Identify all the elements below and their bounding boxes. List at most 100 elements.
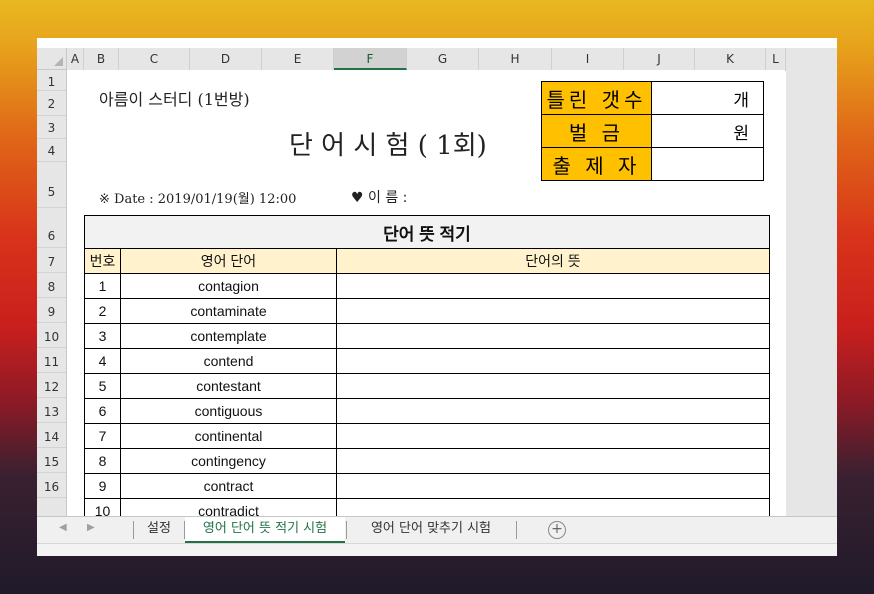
table-row: 4 contend [84,348,770,374]
row-header-4[interactable]: 4 [37,139,66,162]
row-header-1[interactable]: 1 [37,70,66,91]
header-meaning: 단어의 뜻 [336,248,770,274]
wrong-count-value[interactable]: 개 [651,81,764,115]
column-header-H[interactable]: H [479,48,552,70]
row-number: 5 [84,373,121,399]
tab-settings[interactable]: 설정 [135,517,183,543]
meaning-cell[interactable] [336,423,770,449]
english-word: contemplate [120,323,337,349]
row-number: 10 [84,498,121,516]
table-row: 7 continental [84,423,770,449]
column-header-G[interactable]: G [407,48,479,70]
english-word: contingency [120,448,337,474]
date-line: ※ Date : 2019/01/19(월) 12:00 [99,192,297,207]
row-header-9[interactable]: 9 [37,298,66,323]
row-header-14[interactable]: 14 [37,423,66,448]
name-label: ♥ 이 름 : [351,190,408,206]
scroll-tabs-left-icon[interactable]: ◀ [59,522,67,533]
column-header-I[interactable]: I [552,48,624,70]
row-number: 6 [84,398,121,424]
row-header-2[interactable]: 2 [37,91,66,116]
word-table: 단어 뜻 적기 번호 영어 단어 단어의 뜻 1 contagion 2 conta… [84,215,770,516]
table-row: 5 contestant [84,373,770,399]
header-number: 번호 [84,248,121,274]
meaning-cell[interactable] [336,498,770,516]
tab-separator [133,521,134,539]
meaning-cell[interactable] [336,298,770,324]
row-number: 7 [84,423,121,449]
english-word: contagion [120,273,337,299]
tab-word-matching-test[interactable]: 영어 단어 맞추기 시험 [347,517,515,543]
tab-word-meaning-test[interactable]: 영어 단어 뜻 적기 시험 [185,517,345,543]
row-number: 8 [84,448,121,474]
column-header-E[interactable]: E [262,48,334,70]
meaning-cell[interactable] [336,398,770,424]
scroll-tabs-right-icon[interactable]: ▶ [87,522,95,533]
column-header-L[interactable]: L [766,48,786,70]
meaning-cell[interactable] [336,273,770,299]
english-word: contend [120,348,337,374]
row-header-3[interactable]: 3 [37,116,66,139]
english-word: continental [120,423,337,449]
row-header-11[interactable]: 11 [37,348,66,373]
fine-value[interactable]: 원 [651,114,764,148]
row-header-6[interactable]: 6 [37,208,66,248]
select-all-triangle-icon [54,57,63,66]
select-all-corner[interactable] [37,48,67,70]
table-row: 1 contagion [84,273,770,299]
meaning-cell[interactable] [336,473,770,499]
row-header-15[interactable]: 15 [37,448,66,473]
row-header-13[interactable]: 13 [37,398,66,423]
test-title: 단 어 시 험 ( 1회) [289,131,487,161]
fine-label: 벌 금 [541,114,652,148]
wrong-count-label: 틀린 갯수 [541,81,652,115]
row-header-16[interactable]: 16 [37,473,66,498]
row-header-7[interactable]: 7 [37,248,66,273]
examiner-label: 출 제 자 [541,147,652,181]
table-row: 6 contiguous [84,398,770,424]
row-header-8[interactable]: 8 [37,273,66,298]
row-number: 4 [84,348,121,374]
status-bar [37,543,837,556]
row-header-10[interactable]: 10 [37,323,66,348]
table-row: 10 contradict [84,498,770,516]
meaning-cell[interactable] [336,348,770,374]
english-word: contradict [120,498,337,516]
table-row: 3 contemplate [84,323,770,349]
table-row: 9 contract [84,473,770,499]
row-number: 3 [84,323,121,349]
row-number: 1 [84,273,121,299]
table-row: 8 contingency [84,448,770,474]
examiner-value[interactable] [651,147,764,181]
study-name: 아름이 스터디 (1번방) [99,90,250,109]
column-header-A[interactable]: A [67,48,84,70]
column-header-B[interactable]: B [84,48,119,70]
excel-window: A B C D E F G H I J K L 1 2 3 4 5 6 7 8 … [37,38,837,556]
row-number: 2 [84,298,121,324]
english-word: contract [120,473,337,499]
row-number: 9 [84,473,121,499]
header-english-word: 영어 단어 [120,248,337,274]
meaning-cell[interactable] [336,373,770,399]
column-header-K[interactable]: K [695,48,766,70]
english-word: contaminate [120,298,337,324]
column-header-F[interactable]: F [334,48,407,70]
grid-right-margin [786,70,837,516]
table-row: 2 contaminate [84,298,770,324]
tab-separator [516,521,517,539]
table-banner: 단어 뜻 적기 [84,215,770,249]
meaning-cell[interactable] [336,448,770,474]
row-header-5[interactable]: 5 [37,162,66,208]
worksheet-grid[interactable]: 아름이 스터디 (1번방) 단 어 시 험 ( 1회) ※ Date : 201… [67,70,785,516]
sheet-tab-bar: ◀ ▶ 설정 영어 단어 뜻 적기 시험 영어 단어 맞추기 시험 + [37,516,837,543]
english-word: contiguous [120,398,337,424]
meaning-cell[interactable] [336,323,770,349]
add-sheet-icon[interactable]: + [548,521,566,539]
row-header-bar: 1 2 3 4 5 6 7 8 9 10 11 12 13 14 15 16 [37,70,67,516]
column-header-J[interactable]: J [624,48,695,70]
english-word: contestant [120,373,337,399]
column-header-C[interactable]: C [119,48,190,70]
row-header-12[interactable]: 12 [37,373,66,398]
top-strip [37,38,837,48]
column-header-D[interactable]: D [190,48,262,70]
